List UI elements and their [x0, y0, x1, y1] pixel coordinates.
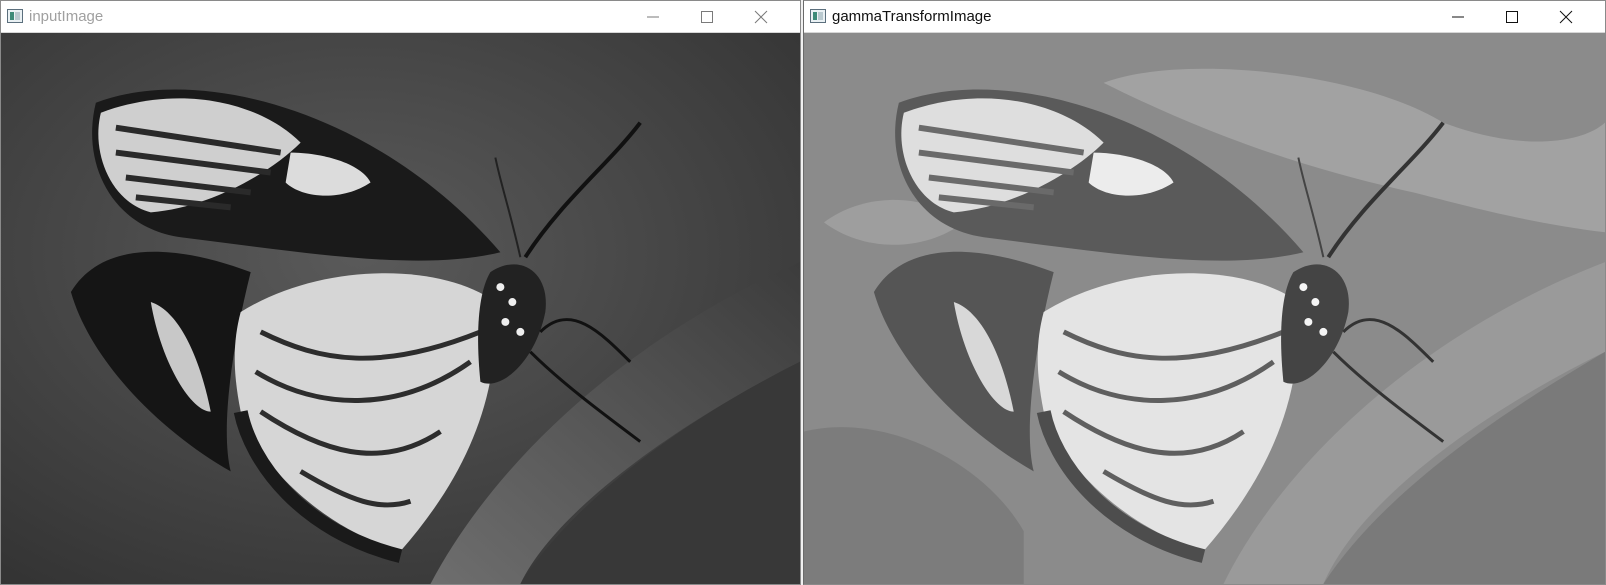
close-button[interactable]	[1543, 1, 1589, 32]
input-image-window[interactable]: inputImage	[0, 0, 801, 585]
window-app-icon	[7, 9, 23, 23]
input-image-canvas	[1, 33, 800, 584]
maximize-icon	[1506, 11, 1518, 23]
minimize-icon	[647, 16, 659, 18]
maximize-icon	[701, 11, 713, 23]
title-bar[interactable]: gammaTransformImage	[804, 1, 1605, 33]
window-app-icon	[810, 9, 826, 23]
gamma-transform-image-window[interactable]: gammaTransformImage	[803, 0, 1606, 585]
butterfly-image	[804, 33, 1605, 584]
gamma-transform-image-canvas	[804, 33, 1605, 584]
window-title: gammaTransformImage	[832, 8, 992, 25]
butterfly-image	[1, 33, 800, 584]
title-bar[interactable]: inputImage	[1, 1, 800, 33]
close-icon	[754, 10, 768, 24]
minimize-button[interactable]	[1435, 1, 1481, 32]
window-title: inputImage	[29, 8, 104, 25]
maximize-button[interactable]	[684, 1, 730, 32]
close-button[interactable]	[738, 1, 784, 32]
minimize-icon	[1452, 16, 1464, 18]
minimize-button[interactable]	[630, 1, 676, 32]
close-icon	[1559, 10, 1573, 24]
maximize-button[interactable]	[1489, 1, 1535, 32]
